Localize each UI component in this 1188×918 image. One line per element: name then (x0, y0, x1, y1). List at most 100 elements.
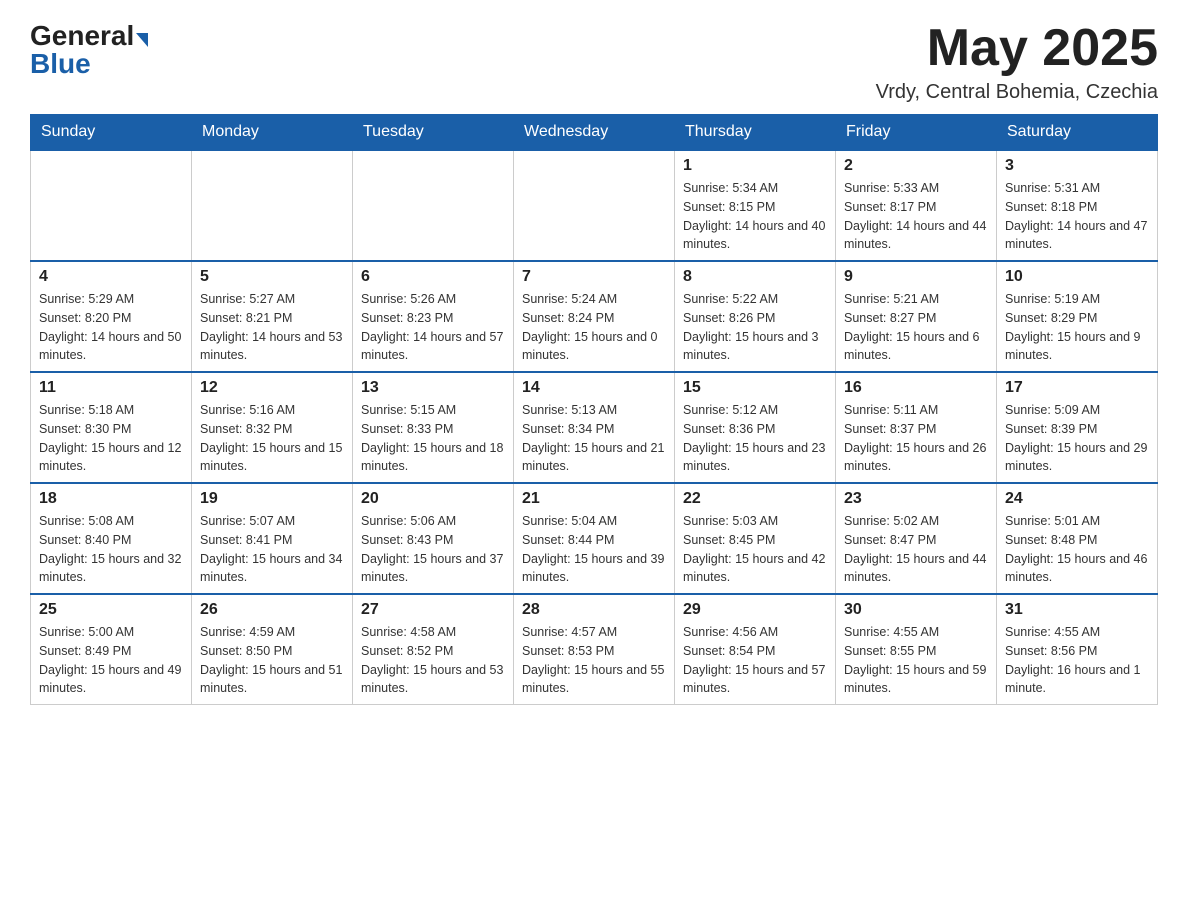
day-info: Sunrise: 5:09 AMSunset: 8:39 PMDaylight:… (1005, 401, 1149, 476)
col-sunday: Sunday (31, 115, 192, 151)
table-row: 8Sunrise: 5:22 AMSunset: 8:26 PMDaylight… (675, 261, 836, 372)
day-number: 31 (1005, 601, 1149, 619)
day-number: 12 (200, 379, 344, 397)
day-info: Sunrise: 4:59 AMSunset: 8:50 PMDaylight:… (200, 623, 344, 698)
table-row: 12Sunrise: 5:16 AMSunset: 8:32 PMDayligh… (192, 372, 353, 483)
day-number: 3 (1005, 157, 1149, 175)
day-info: Sunrise: 5:27 AMSunset: 8:21 PMDaylight:… (200, 290, 344, 365)
table-row: 17Sunrise: 5:09 AMSunset: 8:39 PMDayligh… (997, 372, 1158, 483)
table-row: 1 Sunrise: 5:34 AMSunset: 8:15 PMDaylight… (675, 150, 836, 261)
day-info: Sunrise: 5:22 AMSunset: 8:26 PMDaylight:… (683, 290, 827, 365)
day-number: 22 (683, 490, 827, 508)
calendar-header-row: Sunday Monday Tuesday Wednesday Thursday… (31, 115, 1158, 151)
table-row: 28 Sunrise: 4:57 AMSunset: 8:53 PMDayligh… (514, 594, 675, 705)
calendar-week-row: 11Sunrise: 5:18 AMSunset: 8:30 PMDayligh… (31, 372, 1158, 483)
table-row: 3 Sunrise: 5:31 AMSunset: 8:18 PMDaylight… (997, 150, 1158, 261)
day-number: 29 (683, 601, 827, 619)
table-row: 22 Sunrise: 5:03 AMSunset: 8:45 PMDayligh… (675, 483, 836, 594)
table-row: 13 Sunrise: 5:15 AMSunset: 8:33 PMDayligh… (353, 372, 514, 483)
calendar-week-row: 1 Sunrise: 5:34 AMSunset: 8:15 PMDaylight… (31, 150, 1158, 261)
calendar-table: Sunday Monday Tuesday Wednesday Thursday… (30, 114, 1158, 705)
table-row: 6Sunrise: 5:26 AMSunset: 8:23 PMDaylight… (353, 261, 514, 372)
day-number: 9 (844, 268, 988, 286)
table-row: 9 Sunrise: 5:21 AMSunset: 8:27 PMDaylight… (836, 261, 997, 372)
col-monday: Monday (192, 115, 353, 151)
table-row: 10 Sunrise: 5:19 AMSunset: 8:29 PMDayligh… (997, 261, 1158, 372)
day-number: 18 (39, 490, 183, 508)
day-number: 28 (522, 601, 666, 619)
location-subtitle: Vrdy, Central Bohemia, Czechia (876, 81, 1158, 104)
col-wednesday: Wednesday (514, 115, 675, 151)
day-info: Sunrise: 5:00 AMSunset: 8:49 PMDaylight:… (39, 623, 183, 698)
day-number: 20 (361, 490, 505, 508)
day-info: Sunrise: 4:57 AMSunset: 8:53 PMDaylight:… (522, 623, 666, 698)
day-number: 7 (522, 268, 666, 286)
table-row: 7 Sunrise: 5:24 AMSunset: 8:24 PMDaylight… (514, 261, 675, 372)
day-number: 4 (39, 268, 183, 286)
day-info: Sunrise: 5:07 AMSunset: 8:41 PMDaylight:… (200, 512, 344, 587)
day-info: Sunrise: 5:04 AMSunset: 8:44 PMDaylight:… (522, 512, 666, 587)
table-row: 26 Sunrise: 4:59 AMSunset: 8:50 PMDayligh… (192, 594, 353, 705)
table-row (192, 150, 353, 261)
logo-blue-text: Blue (30, 48, 91, 80)
day-info: Sunrise: 5:18 AMSunset: 8:30 PMDaylight:… (39, 401, 183, 476)
table-row: 27 Sunrise: 4:58 AMSunset: 8:52 PMDayligh… (353, 594, 514, 705)
day-info: Sunrise: 5:24 AMSunset: 8:24 PMDaylight:… (522, 290, 666, 365)
calendar-week-row: 25 Sunrise: 5:00 AMSunset: 8:49 PMDayligh… (31, 594, 1158, 705)
day-number: 1 (683, 157, 827, 175)
day-info: Sunrise: 4:55 AMSunset: 8:56 PMDaylight:… (1005, 623, 1149, 698)
table-row: 14Sunrise: 5:13 AMSunset: 8:34 PMDayligh… (514, 372, 675, 483)
table-row: 11Sunrise: 5:18 AMSunset: 8:30 PMDayligh… (31, 372, 192, 483)
col-thursday: Thursday (675, 115, 836, 151)
table-row: 31 Sunrise: 4:55 AMSunset: 8:56 PMDayligh… (997, 594, 1158, 705)
title-section: May 2025 Vrdy, Central Bohemia, Czechia (876, 20, 1158, 104)
day-number: 27 (361, 601, 505, 619)
day-info: Sunrise: 5:21 AMSunset: 8:27 PMDaylight:… (844, 290, 988, 365)
day-info: Sunrise: 5:01 AMSunset: 8:48 PMDaylight:… (1005, 512, 1149, 587)
day-info: Sunrise: 4:55 AMSunset: 8:55 PMDaylight:… (844, 623, 988, 698)
logo: General Blue (30, 20, 148, 80)
table-row: 18 Sunrise: 5:08 AMSunset: 8:40 PMDayligh… (31, 483, 192, 594)
month-title: May 2025 (876, 20, 1158, 77)
day-info: Sunrise: 4:58 AMSunset: 8:52 PMDaylight:… (361, 623, 505, 698)
day-number: 30 (844, 601, 988, 619)
table-row: 4 Sunrise: 5:29 AMSunset: 8:20 PMDaylight… (31, 261, 192, 372)
page-header: General Blue May 2025 Vrdy, Central Bohe… (30, 20, 1158, 104)
table-row: 16Sunrise: 5:11 AMSunset: 8:37 PMDayligh… (836, 372, 997, 483)
col-tuesday: Tuesday (353, 115, 514, 151)
table-row (514, 150, 675, 261)
day-number: 13 (361, 379, 505, 397)
day-number: 15 (683, 379, 827, 397)
col-friday: Friday (836, 115, 997, 151)
col-saturday: Saturday (997, 115, 1158, 151)
logo-arrow-icon (136, 33, 148, 47)
table-row: 30 Sunrise: 4:55 AMSunset: 8:55 PMDayligh… (836, 594, 997, 705)
day-info: Sunrise: 5:31 AMSunset: 8:18 PMDaylight:… (1005, 179, 1149, 254)
day-info: Sunrise: 5:26 AMSunset: 8:23 PMDaylight:… (361, 290, 505, 365)
table-row (353, 150, 514, 261)
day-info: Sunrise: 4:56 AMSunset: 8:54 PMDaylight:… (683, 623, 827, 698)
day-info: Sunrise: 5:19 AMSunset: 8:29 PMDaylight:… (1005, 290, 1149, 365)
day-info: Sunrise: 5:02 AMSunset: 8:47 PMDaylight:… (844, 512, 988, 587)
day-info: Sunrise: 5:34 AMSunset: 8:15 PMDaylight:… (683, 179, 827, 254)
day-number: 10 (1005, 268, 1149, 286)
day-number: 26 (200, 601, 344, 619)
day-info: Sunrise: 5:29 AMSunset: 8:20 PMDaylight:… (39, 290, 183, 365)
day-number: 5 (200, 268, 344, 286)
table-row: 19Sunrise: 5:07 AMSunset: 8:41 PMDayligh… (192, 483, 353, 594)
table-row: 24Sunrise: 5:01 AMSunset: 8:48 PMDayligh… (997, 483, 1158, 594)
table-row: 23Sunrise: 5:02 AMSunset: 8:47 PMDayligh… (836, 483, 997, 594)
day-number: 25 (39, 601, 183, 619)
table-row (31, 150, 192, 261)
day-info: Sunrise: 5:03 AMSunset: 8:45 PMDaylight:… (683, 512, 827, 587)
day-number: 2 (844, 157, 988, 175)
day-info: Sunrise: 5:15 AMSunset: 8:33 PMDaylight:… (361, 401, 505, 476)
table-row: 5 Sunrise: 5:27 AMSunset: 8:21 PMDaylight… (192, 261, 353, 372)
day-info: Sunrise: 5:06 AMSunset: 8:43 PMDaylight:… (361, 512, 505, 587)
table-row: 21 Sunrise: 5:04 AMSunset: 8:44 PMDayligh… (514, 483, 675, 594)
day-info: Sunrise: 5:11 AMSunset: 8:37 PMDaylight:… (844, 401, 988, 476)
day-number: 21 (522, 490, 666, 508)
day-info: Sunrise: 5:33 AMSunset: 8:17 PMDaylight:… (844, 179, 988, 254)
table-row: 15Sunrise: 5:12 AMSunset: 8:36 PMDayligh… (675, 372, 836, 483)
day-info: Sunrise: 5:08 AMSunset: 8:40 PMDaylight:… (39, 512, 183, 587)
